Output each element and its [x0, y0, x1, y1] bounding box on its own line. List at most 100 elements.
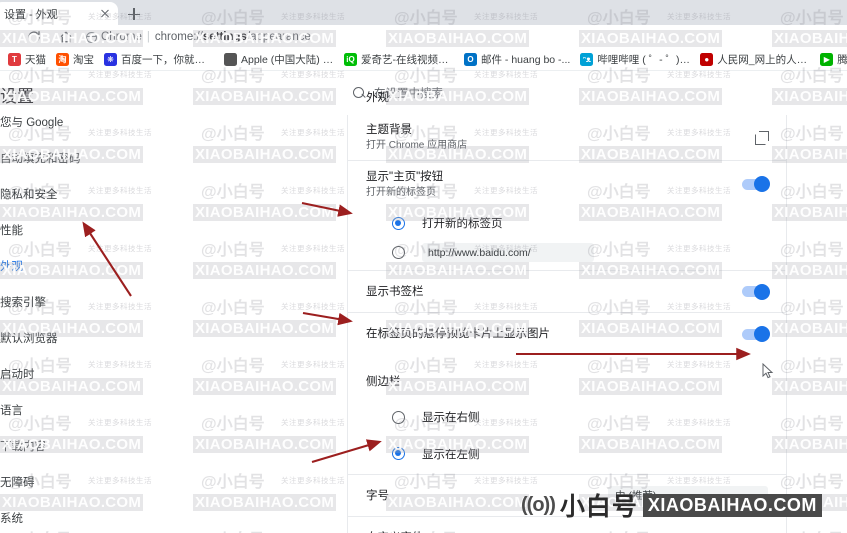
radio-sidepanel-left[interactable]: 显示在左侧	[348, 433, 786, 475]
bookmark-label: Apple (中国大陆) -...	[241, 54, 334, 66]
settings-page: 设置 在设置中搜索 您与 Google 自动填充和密码 隐私和安全 性能 外观 搜索引擎默…	[0, 71, 847, 533]
radio-custom-url-icon[interactable]	[392, 246, 405, 259]
row-hover-card-images[interactable]: 在标签页的悬停预览卡片上显示图片	[348, 313, 786, 355]
radio-home-custom-url[interactable]: http://www.baidu.com/	[348, 239, 786, 271]
bookmark-item[interactable]: 淘淘宝	[52, 50, 98, 69]
sidebar-item-label: 无障碍	[0, 477, 35, 489]
sidebar-item-7[interactable]: 启动时	[0, 363, 160, 385]
bookmark-item[interactable]: ❋ 百度一下，你就知道	[100, 50, 218, 69]
browser-tab-settings[interactable]: 设置 - 外观	[0, 2, 118, 25]
tab-title: 设置 - 外观	[4, 8, 58, 21]
radio-home-new-tab[interactable]: 打开新的标签页	[348, 207, 786, 239]
reload-icon[interactable]	[22, 25, 46, 49]
bookmark-label: 天猫	[25, 54, 46, 66]
sidebar-item-8[interactable]: 语言	[0, 399, 160, 421]
settings-header: 设置 在设置中搜索	[0, 71, 847, 111]
sidebar-item-9[interactable]: 下载内容	[0, 435, 160, 457]
section-title-appearance: 外观	[366, 92, 389, 104]
bookmark-item[interactable]: O 邮件 - huang bo -...	[460, 50, 574, 69]
row-font-size-title: 字号	[366, 489, 389, 502]
sidebar-item-label: 性能	[0, 225, 23, 237]
hover-card-images-toggle[interactable]	[742, 326, 770, 342]
radio-sidepanel-right[interactable]: 显示在右侧	[348, 401, 786, 433]
bookmark-label: 邮件 - huang bo -...	[481, 54, 571, 66]
home-url-input[interactable]: http://www.baidu.com/	[422, 243, 594, 262]
sidebar-item-6[interactable]: 默认浏览器	[0, 327, 160, 349]
address-bar[interactable]: Chrome | chrome://settings/appearance	[86, 28, 311, 46]
row-show-bookmarks-bar[interactable]: 显示书签栏	[348, 271, 786, 313]
bookmark-label: 爱奇艺-在线视频网...	[361, 54, 454, 66]
radio-new-tab-label: 打开新的标签页	[422, 218, 503, 230]
wifi-signal-icon: ((o))	[521, 493, 556, 516]
sidebar-item-10[interactable]: 无障碍	[0, 471, 160, 493]
bookmark-item[interactable]: ● 人民网_网上的人民...	[696, 50, 814, 69]
sidebar-item-5[interactable]: 搜索引擎	[0, 291, 160, 313]
mouse-cursor-icon	[762, 363, 774, 379]
radio-sidepanel-left-label: 显示在左侧	[422, 448, 480, 461]
chrome-chip-label: Chrome	[101, 31, 142, 43]
radio-sidepanel-right-icon[interactable]	[392, 410, 405, 424]
new-tab-button[interactable]	[124, 4, 144, 24]
sidebar-item-label: 启动时	[0, 369, 35, 381]
bookmark-favicon-icon: ❋	[104, 53, 117, 66]
bookmark-label: 淘宝	[73, 54, 94, 66]
tab-strip: 设置 - 外观	[0, 0, 847, 25]
sidebar-item-label: 外观	[0, 261, 23, 273]
page-title: 设置	[0, 87, 34, 106]
sidebar-item-label: 默认浏览器	[0, 333, 58, 345]
home-button-toggle[interactable]	[742, 176, 770, 192]
row-home-button-subtitle: 打开新的标签页	[366, 186, 436, 198]
bookmark-item[interactable]: ▶腾讯视频-中国领先...	[816, 50, 847, 69]
sidebar-item-3[interactable]: 性能	[0, 219, 160, 241]
group-title-side-panel: 侧边栏	[366, 376, 401, 388]
bookmark-label: 人民网_网上的人民...	[717, 54, 811, 66]
sidebar-item-label: 系统	[0, 513, 23, 525]
url-prefix: chrome://	[154, 31, 203, 43]
bookmark-item[interactable]: iQ 爱奇艺-在线视频网...	[340, 50, 458, 69]
row-bookmarks-bar-title: 显示书签栏	[366, 285, 424, 298]
sidebar-item-label: 语言	[0, 405, 23, 417]
radio-new-tab-icon[interactable]	[392, 216, 405, 230]
bookmark-favicon-icon: ᵔᴥ	[580, 53, 594, 66]
sidebar-item-label: 隐私和安全	[0, 189, 58, 201]
sidebar-item-label: 您与 Google	[0, 117, 64, 129]
row-home-button[interactable]: 显示"主页"按钮 打开新的标签页	[348, 161, 786, 207]
bookmark-item[interactable]: ᵔᴥ 哔哩哔哩 ( ゜- ゜)つ...	[576, 50, 694, 69]
appearance-card: 外观 主题背景 打开 Chrome 应用商店 显示"主页"按钮 打开新的标签页	[347, 92, 787, 533]
omnibox-separator: |	[146, 31, 150, 43]
logo-chinese-name: 小白号	[559, 493, 638, 521]
bookmark-label: 百度一下，你就知道	[121, 54, 214, 66]
sidebar-item-0[interactable]: 您与 Google	[0, 111, 160, 133]
bookmark-favicon-icon: T	[8, 53, 21, 66]
bookmark-favicon-icon: iQ	[344, 53, 357, 66]
settings-sidebar: 您与 Google 自动填充和密码 隐私和安全性能外观搜索引擎默认浏览器启动时语言下…	[0, 111, 160, 533]
row-theme-subtitle: 打开 Chrome 应用商店	[366, 140, 468, 151]
bookmark-favicon-icon: 淘	[56, 53, 69, 66]
sidebar-item-label: 自动填充和密码	[0, 153, 81, 165]
url-bold: settings	[202, 31, 247, 43]
tab-close-icon[interactable]	[98, 7, 112, 21]
bookmark-label: 哔哩哔哩 ( ゜- ゜)つ...	[597, 54, 691, 66]
xiaobaihao-logo: ((o)) 小白号 XIAOBAIHAO.COM	[521, 487, 822, 523]
bookmarks-bar-toggle[interactable]	[742, 283, 770, 300]
radio-sidepanel-right-label: 显示在右侧	[422, 412, 480, 424]
sidebar-item-2[interactable]: 隐私和安全	[0, 183, 160, 205]
browser-toolbar: Chrome | chrome://settings/appearance	[0, 25, 847, 49]
bookmark-item[interactable]: Apple (中国大陆) -...	[220, 50, 338, 69]
sidebar-item-11[interactable]: 系统	[0, 507, 160, 529]
bookmark-item[interactable]: T 天猫	[4, 50, 50, 69]
row-home-button-title: 显示"主页"按钮	[366, 170, 444, 183]
sidebar-item-1[interactable]: 自动填充和密码	[0, 147, 160, 169]
bookmark-favicon-icon: ●	[700, 53, 714, 66]
row-hover-card-title: 在标签页的悬停预览卡片上显示图片	[366, 328, 550, 340]
bookmark-favicon-icon: ▶	[820, 53, 834, 66]
row-theme[interactable]: 主题背景 打开 Chrome 应用商店	[348, 115, 786, 161]
sidebar-item-label: 下载内容	[0, 441, 46, 453]
home-icon[interactable]	[54, 25, 78, 49]
sidebar-item-4[interactable]: 外观	[0, 252, 160, 280]
search-settings-input[interactable]: 在设置中搜索	[347, 82, 637, 104]
radio-sidepanel-left-icon[interactable]	[392, 447, 405, 460]
logo-domain: XIAOBAIHAO.COM	[642, 493, 822, 517]
open-external-icon[interactable]	[755, 130, 769, 145]
chrome-chip: Chrome	[86, 31, 142, 43]
